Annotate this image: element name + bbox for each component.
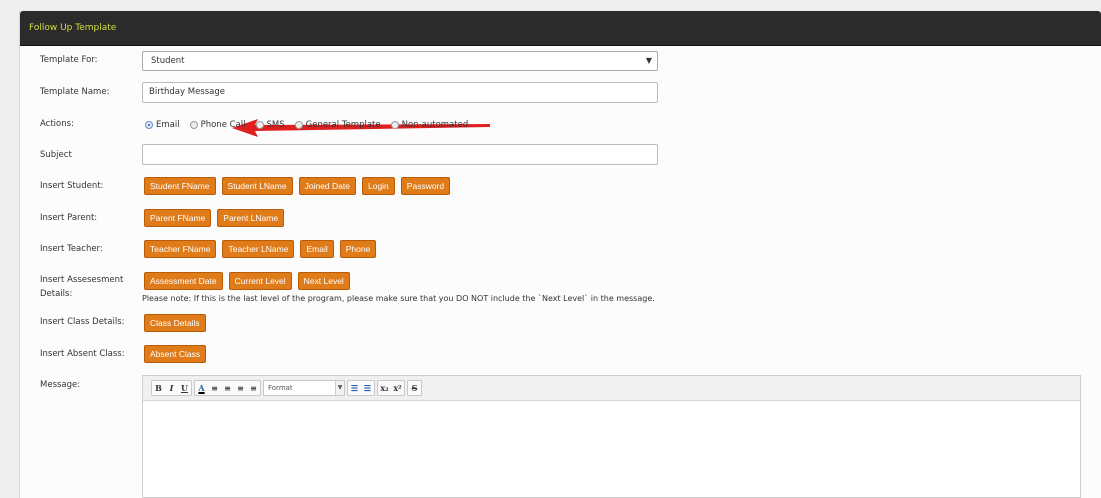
action-non-automated-radio[interactable]: Non-automated	[390, 120, 469, 130]
underline-button[interactable]: U	[178, 381, 191, 395]
superscript-button[interactable]: x²	[391, 381, 404, 395]
teacher-email-button[interactable]: Email	[300, 240, 334, 258]
action-phone-call-radio[interactable]: Phone Call	[189, 120, 246, 130]
absent-class-button[interactable]: Absent Class	[144, 345, 207, 363]
chevron-down-icon: ▼	[335, 381, 344, 395]
action-general-template-label: General Template	[305, 120, 381, 130]
radio-checked-icon	[145, 121, 153, 129]
message-editor: B I U A ≡ ≡ ≡ ≡ Format ▼ ☰ ☰ x₂ x² S	[142, 375, 1081, 498]
template-name-input[interactable]: Birthday Message	[142, 82, 658, 103]
align-right-icon[interactable]: ≡	[234, 381, 247, 395]
insert-teacher-label: Insert Teacher:	[40, 244, 103, 254]
student-lname-button[interactable]: Student LName	[221, 177, 293, 195]
actions-radio-group: Email Phone Call SMS General Template No…	[145, 120, 478, 130]
list-group: ☰ ☰	[347, 380, 375, 396]
radio-icon	[294, 121, 303, 129]
chevron-down-icon: ▼	[645, 56, 652, 65]
assessment-date-button[interactable]: Assessment Date	[144, 272, 223, 290]
insert-absent-label: Insert Absent Class:	[40, 349, 125, 359]
message-text-area[interactable]	[143, 401, 1080, 497]
color-align-group: A ≡ ≡ ≡ ≡	[194, 380, 261, 396]
template-name-label: Template Name:	[40, 87, 110, 97]
radio-icon	[255, 121, 264, 129]
follow-up-template-panel: Follow Up Template Template For: Student…	[19, 11, 1101, 498]
editor-toolbar: B I U A ≡ ≡ ≡ ≡ Format ▼ ☰ ☰ x₂ x² S	[143, 376, 1080, 401]
actions-label: Actions:	[40, 119, 74, 129]
action-email-label: Email	[156, 120, 180, 130]
teacher-lname-button[interactable]: Teacher LName	[222, 240, 295, 258]
format-select[interactable]: Format ▼	[263, 380, 345, 396]
insert-assessment-label-line2: Details:	[40, 289, 73, 299]
panel-title: Follow Up Template	[20, 11, 1101, 46]
action-general-template-radio[interactable]: General Template	[294, 120, 381, 130]
student-fname-button[interactable]: Student FName	[144, 177, 216, 195]
message-label: Message:	[40, 380, 81, 390]
insert-teacher-buttons: Teacher FName Teacher LName Email Phone	[144, 240, 377, 258]
class-details-button[interactable]: Class Details	[144, 314, 206, 332]
current-level-button[interactable]: Current Level	[228, 272, 292, 290]
align-left-icon[interactable]: ≡	[208, 381, 221, 395]
script-group: x₂ x²	[377, 380, 405, 396]
insert-parent-buttons: Parent FName Parent LName	[144, 209, 285, 227]
italic-button[interactable]: I	[165, 381, 178, 395]
action-sms-label: SMS	[266, 120, 285, 130]
insert-student-label: Insert Student:	[40, 181, 104, 191]
insert-class-buttons: Class Details	[144, 314, 206, 332]
radio-icon	[390, 121, 399, 129]
insert-student-buttons: Student FName Student LName Joined Date …	[144, 177, 451, 195]
strikethrough-button[interactable]: S	[408, 381, 421, 395]
template-name-value: Birthday Message	[149, 87, 225, 97]
teacher-phone-button[interactable]: Phone	[339, 240, 377, 258]
next-level-note: Please note: If this is the last level o…	[142, 294, 655, 303]
next-level-button[interactable]: Next Level	[297, 272, 350, 290]
text-style-group: B I U	[151, 380, 192, 396]
login-button[interactable]: Login	[361, 177, 395, 195]
font-color-button[interactable]: A	[195, 381, 208, 395]
action-non-automated-label: Non-automated	[401, 120, 469, 130]
strike-group: S	[407, 380, 422, 396]
form-body: Template For: Student ▼ Template Name: B…	[20, 46, 1101, 498]
bold-button[interactable]: B	[152, 381, 165, 395]
ordered-list-icon[interactable]: ☰	[348, 381, 361, 395]
subject-input[interactable]	[142, 144, 658, 165]
align-justify-icon[interactable]: ≡	[247, 381, 260, 395]
unordered-list-icon[interactable]: ☰	[361, 381, 374, 395]
insert-absent-buttons: Absent Class	[144, 345, 207, 363]
parent-lname-button[interactable]: Parent LName	[217, 209, 285, 227]
joined-date-button[interactable]: Joined Date	[298, 177, 356, 195]
template-for-select[interactable]: Student ▼	[142, 51, 658, 71]
action-phone-call-label: Phone Call	[200, 120, 246, 130]
align-center-icon[interactable]: ≡	[221, 381, 234, 395]
insert-assessment-buttons: Assessment Date Current Level Next Level	[144, 272, 350, 290]
template-for-label: Template For:	[40, 55, 98, 65]
parent-fname-button[interactable]: Parent FName	[144, 209, 212, 227]
action-sms-radio[interactable]: SMS	[255, 120, 285, 130]
format-select-value: Format	[268, 384, 293, 392]
radio-icon	[189, 121, 198, 129]
template-for-value: Student	[151, 56, 185, 66]
password-button[interactable]: Password	[400, 177, 451, 195]
subject-label: Subject	[40, 150, 72, 160]
subscript-button[interactable]: x₂	[378, 381, 391, 395]
insert-class-label: Insert Class Details:	[40, 317, 125, 327]
teacher-fname-button[interactable]: Teacher FName	[144, 240, 217, 258]
action-email-radio[interactable]: Email	[145, 120, 180, 130]
insert-assessment-label-line1: Insert Assesesment	[40, 275, 124, 285]
insert-parent-label: Insert Parent:	[40, 213, 98, 223]
